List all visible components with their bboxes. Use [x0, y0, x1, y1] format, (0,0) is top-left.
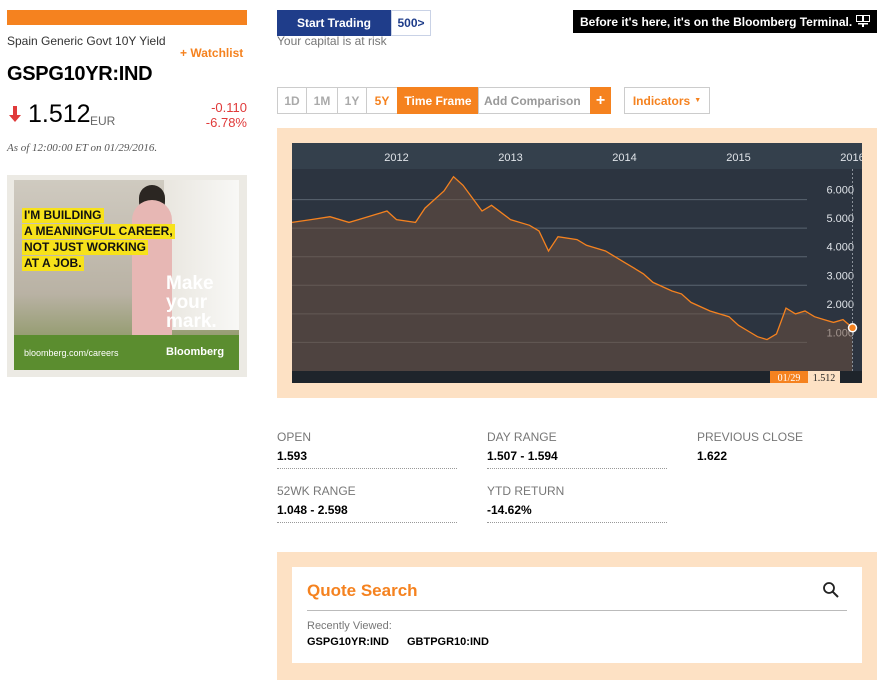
careers-ad[interactable]: I'M BUILDING A MEANINGFUL CAREER, NOT JU…	[7, 175, 247, 377]
ad-headline-line: I'M BUILDING	[22, 208, 104, 223]
stat-value: 1.048 - 2.598	[277, 503, 457, 523]
ad-tagline-line: mark.	[166, 311, 217, 332]
risk-note: Your capital is at risk	[277, 34, 387, 48]
search-icon[interactable]	[822, 581, 840, 599]
stat-ytd-return: YTD RETURN -14.62%	[487, 484, 667, 523]
as-of-timestamp: As of 12:00:00 ET on 01/29/2016.	[7, 142, 158, 154]
chart-header-band	[292, 143, 862, 169]
watchlist-button[interactable]: + Watchlist	[180, 46, 243, 60]
price-chart[interactable]: 1.0002.0003.0004.0005.0006.0002012201320…	[292, 143, 862, 383]
timeframe-5y-button[interactable]: 5Y	[366, 87, 398, 114]
price-chart-panel: 1.0002.0003.0004.0005.0006.0002012201320…	[277, 128, 877, 398]
stat-value: -14.62%	[487, 503, 667, 523]
terminal-banner[interactable]: Before it's here, it's on the Bloomberg …	[573, 10, 877, 33]
stat-open: OPEN 1.593	[277, 430, 457, 469]
security-name: Spain Generic Govt 10Y Yield	[7, 34, 166, 48]
ad-tagline-line: your	[166, 292, 208, 313]
ad-tagline-line: Make	[166, 273, 214, 294]
header-accent-bar	[7, 10, 247, 25]
stat-value: 1.622	[697, 449, 728, 463]
y-tick-label: 6.000	[826, 185, 854, 197]
y-tick-label: 2.000	[826, 299, 854, 311]
ad-headline-line: NOT JUST WORKING	[22, 240, 148, 255]
y-tick-label: 4.000	[826, 242, 854, 254]
time-frame-button[interactable]: Time Frame	[397, 87, 479, 114]
stat-label: YTD RETURN	[487, 484, 565, 498]
start-trading-button[interactable]: Start Trading	[277, 10, 391, 36]
change-percent: -6.78%	[205, 115, 247, 130]
last-price: 1.512	[28, 100, 91, 128]
price-row: 1.512 EUR -0.110 -6.78%	[7, 100, 247, 130]
recent-quote-link[interactable]: GBTPGR10:IND	[407, 636, 489, 648]
terminal-banner-text: Before it's here, it's on the Bloomberg …	[580, 14, 853, 29]
stat-previous-close: PREVIOUS CLOSE 1.622	[697, 430, 877, 468]
marker-value-label: 1.512	[813, 373, 836, 383]
timeframe-1y-button[interactable]: 1Y	[337, 87, 367, 114]
ad-brand-logo: Bloomberg	[166, 346, 225, 358]
stat-label: 52WK RANGE	[277, 484, 356, 498]
add-comparison-button[interactable]: Add Comparison +	[478, 87, 611, 114]
stat-label: DAY RANGE	[487, 430, 557, 444]
stat-52wk-range: 52WK RANGE 1.048 - 2.598	[277, 484, 457, 523]
marker-date-label: 01/29	[778, 373, 801, 383]
price-change: -0.110 -6.78%	[206, 100, 247, 130]
arrow-down-icon	[9, 106, 21, 122]
stat-value: 1.507 - 1.594	[487, 449, 667, 469]
indicators-label: Indicators	[632, 93, 691, 108]
indicators-dropdown[interactable]: Indicators ▼	[624, 87, 710, 114]
terminal-icon	[856, 15, 870, 27]
ad-headline-line: AT A JOB.	[22, 256, 84, 271]
ad-tagline: Make your mark.	[166, 274, 217, 331]
change-value: -0.110	[211, 100, 247, 115]
price-currency: EUR	[90, 114, 116, 128]
quote-search-divider	[307, 610, 847, 611]
quote-search-card: Quote Search Recently Viewed: GSPG10YR:I…	[292, 567, 862, 663]
x-tick-label: 2013	[498, 152, 522, 164]
quote-search-panel: Quote Search Recently Viewed: GSPG10YR:I…	[277, 552, 877, 680]
quote-search-title: Quote Search	[307, 581, 418, 600]
stat-day-range: DAY RANGE 1.507 - 1.594	[487, 430, 667, 469]
stat-label: PREVIOUS CLOSE	[697, 430, 804, 444]
ad-url: bloomberg.com/careers	[24, 348, 119, 358]
y-tick-label: 5.000	[826, 213, 854, 225]
timeframe-1m-button[interactable]: 1M	[306, 87, 338, 114]
ad-headline-line: A MEANINGFUL CAREER,	[22, 224, 175, 239]
last-price-point	[847, 323, 858, 333]
stat-label: OPEN	[277, 430, 312, 444]
chevron-down-icon: ▼	[694, 97, 702, 104]
x-tick-label: 2016	[840, 152, 862, 164]
timeframe-1d-button[interactable]: 1D	[277, 87, 307, 114]
add-comparison-label: Add Comparison	[484, 93, 581, 108]
x-tick-label: 2014	[612, 152, 636, 164]
recent-quote-link[interactable]: GSPG10YR:IND	[307, 636, 389, 648]
broker-logo[interactable]: 500>	[391, 10, 431, 36]
x-tick-label: 2012	[384, 152, 408, 164]
ad-image[interactable]: I'M BUILDING A MEANINGFUL CAREER, NOT JU…	[14, 180, 239, 370]
ticker-symbol: GSPG10YR:IND	[7, 63, 153, 85]
plus-icon[interactable]: +	[590, 87, 611, 114]
recently-viewed-label: Recently Viewed:	[307, 620, 392, 632]
stat-value: 1.593	[277, 449, 457, 469]
x-tick-label: 2015	[726, 152, 750, 164]
y-tick-label: 3.000	[826, 270, 854, 282]
